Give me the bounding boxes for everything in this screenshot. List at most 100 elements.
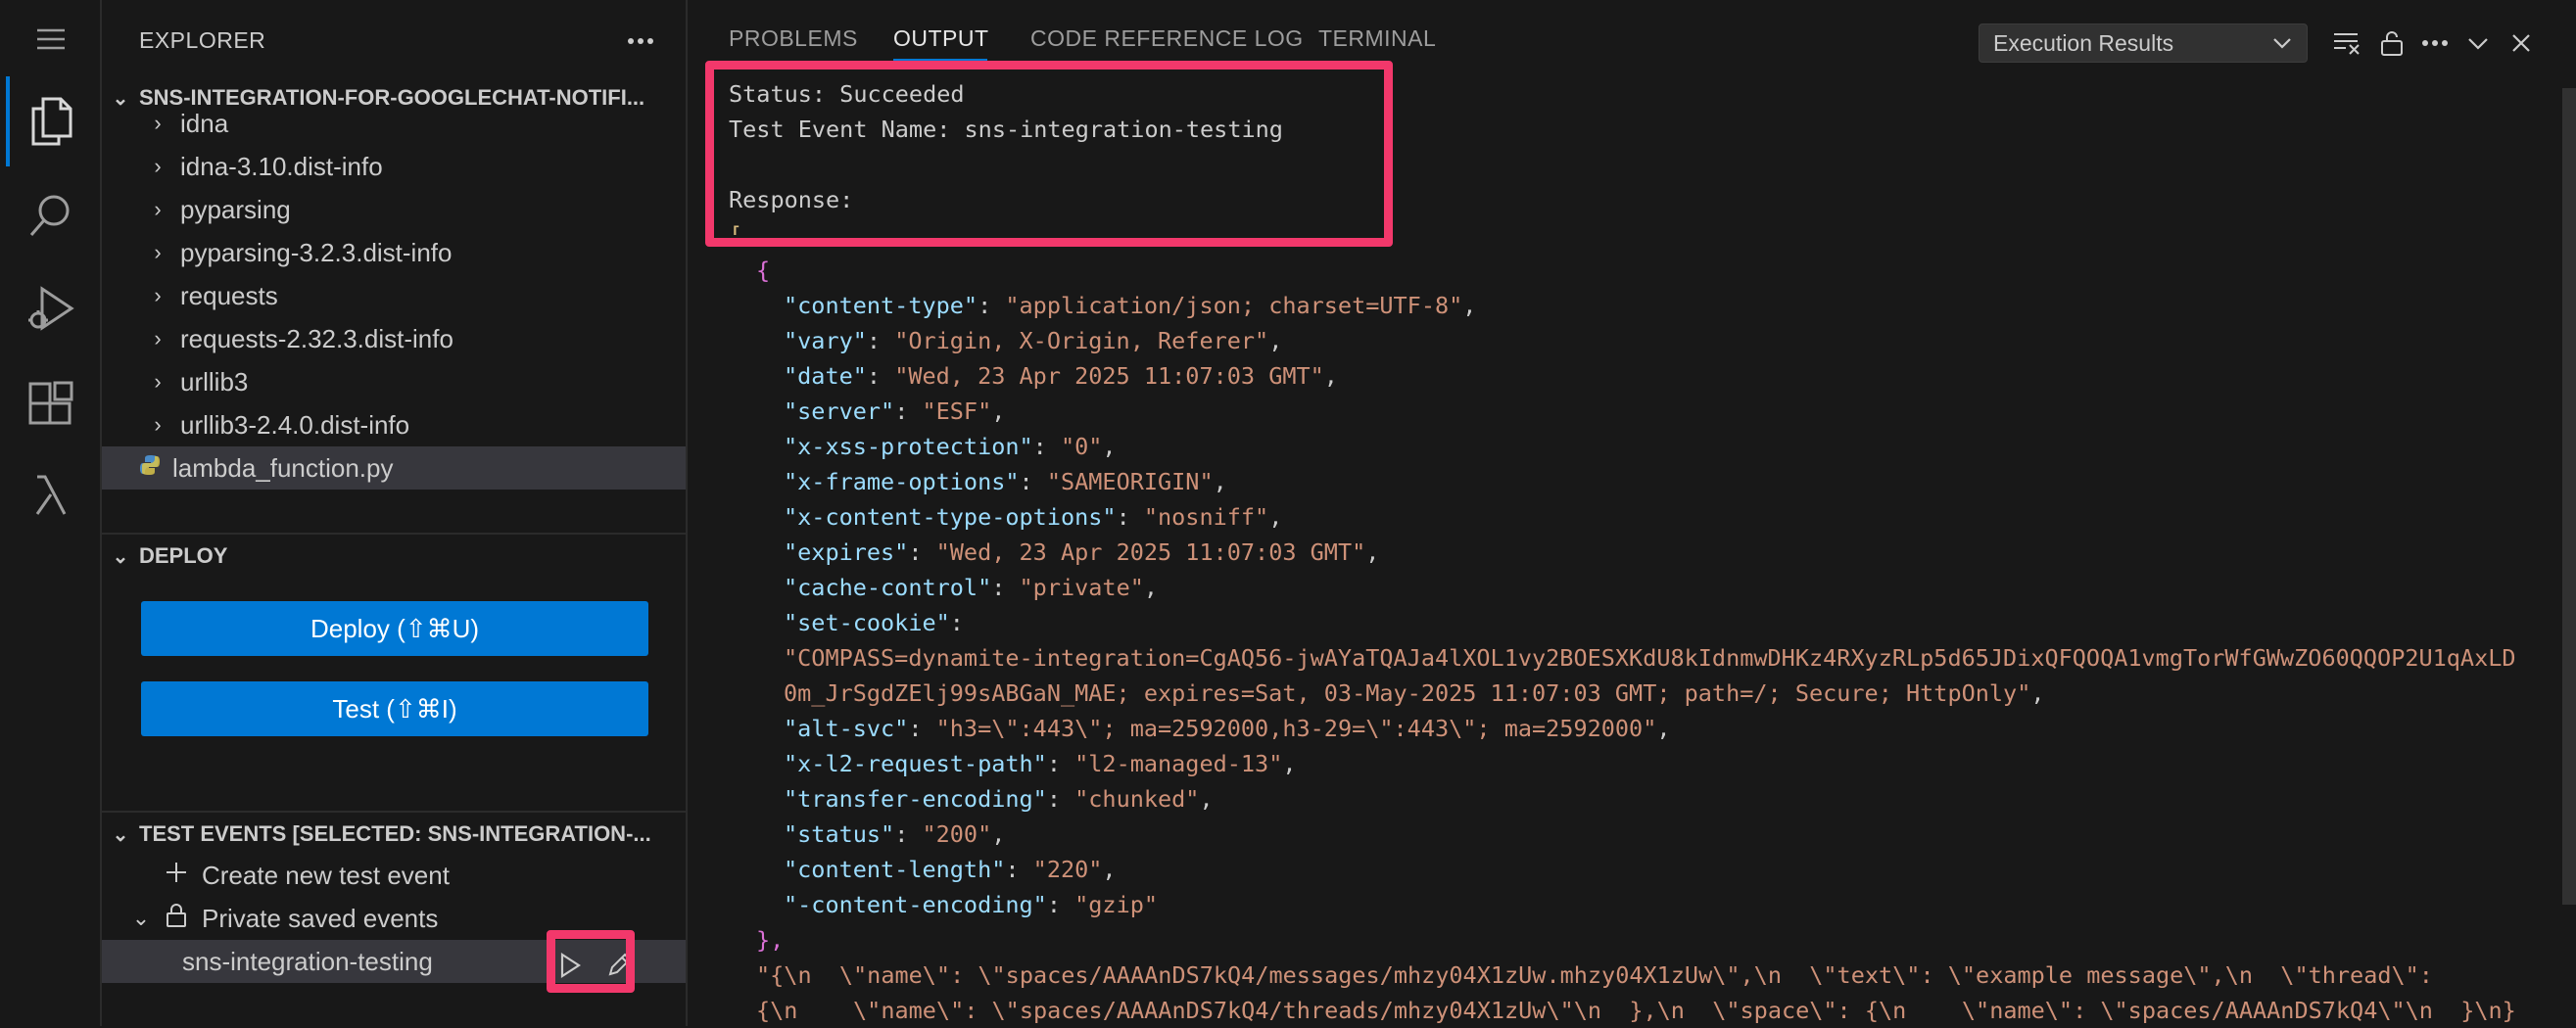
close-icon[interactable] [2500, 22, 2543, 65]
create-test-event-label: Create new test event [202, 860, 450, 890]
test-events-header-label: TEST EVENTS [SELECTED: SNS-INTEGRATION-.… [139, 821, 651, 846]
json-key: "cache-control" [784, 574, 992, 601]
menu-icon[interactable] [24, 12, 78, 67]
deploy-header-label: DEPLOY [139, 543, 228, 568]
tree-item-label: lambda_function.py [172, 452, 394, 483]
more-actions-icon[interactable] [2413, 22, 2457, 65]
json-header-line: "content-type": "application/json; chars… [784, 292, 1477, 319]
extensions-icon[interactable] [24, 376, 78, 431]
json-header-line: "content-length": "220", [784, 856, 1117, 883]
json-header-line: "x-l2-request-path": "l2-managed-13", [784, 750, 1297, 777]
json-value: "200" [922, 820, 992, 848]
json-key: "-content-encoding" [784, 891, 1047, 918]
chevron-down-icon [2271, 30, 2293, 62]
test-events-section-header[interactable]: ⌄ TEST EVENTS [SELECTED: SNS-INTEGRATION… [102, 815, 686, 854]
lock-scroll-icon[interactable] [2370, 22, 2413, 65]
close-brace: }, [756, 926, 785, 954]
output-channel-select[interactable]: Execution Results [1979, 23, 2308, 63]
json-key: "x-content-type-options" [784, 503, 1117, 531]
ellipsis-icon[interactable] [621, 22, 660, 61]
clear-output-icon[interactable] [2325, 22, 2368, 65]
json-key: "expires" [784, 538, 909, 566]
scrollbar[interactable] [2562, 88, 2576, 905]
json-value: "l2-managed-13" [1074, 750, 1283, 777]
tab-output[interactable]: OUTPUT [893, 25, 989, 52]
output-channel-value: Execution Results [1993, 29, 2174, 56]
json-key: "x-frame-options" [784, 468, 1020, 495]
tab-terminal[interactable]: TERMINAL [1318, 25, 1436, 52]
response-body-line: "{\n \"name\": \"spaces/AAAAnDS7kQ4/mess… [756, 961, 2433, 989]
json-value: "Origin, X-Origin, Referer" [894, 327, 1269, 354]
json-value: "nosniff" [1143, 503, 1269, 531]
chevron-right-icon: › [154, 154, 162, 178]
tree-item-label: urllib3 [180, 366, 249, 397]
chevron-right-icon: › [154, 326, 162, 350]
tree-item[interactable]: › pyparsing [102, 188, 686, 231]
tree-item[interactable]: › urllib3 [102, 360, 686, 403]
chevron-down-icon: ⌄ [112, 87, 129, 110]
run-debug-icon[interactable] [24, 282, 78, 337]
chevron-down-icon: ⌄ [131, 906, 151, 930]
json-value: "h3=\":443\"; ma=2592000,h3-29=\":443\";… [935, 715, 1657, 742]
collapse-panel-icon[interactable] [2457, 22, 2500, 65]
json-value: "0" [1060, 433, 1103, 460]
tree-item-label: pyparsing-3.2.3.dist-info [180, 237, 453, 267]
create-test-event-item[interactable]: Create new test event [102, 854, 686, 897]
set-cookie-value-line: "COMPASS=dynamite-integration=CgAQ56-jwA… [784, 644, 2516, 672]
tree-item-label: requests [180, 280, 278, 310]
test-button[interactable]: Test (⇧⌘I) [141, 681, 648, 736]
run-button-highlight [547, 930, 635, 993]
sidebar: EXPLORER ⌄ SNS-INTEGRATION-FOR-GOOGLECHA… [102, 0, 688, 1026]
tree-item-label: urllib3-2.4.0.dist-info [180, 409, 410, 440]
tree-item-selected[interactable]: lambda_function.py [102, 446, 686, 490]
tab-code-reference-log[interactable]: CODE REFERENCE LOG [1030, 25, 1304, 52]
json-header-line: "x-frame-options": "SAMEORIGIN", [784, 468, 1227, 495]
chevron-down-icon: ⌄ [112, 823, 129, 846]
tree-item[interactable]: › urllib3-2.4.0.dist-info [102, 403, 686, 446]
tree-item[interactable]: › idna-3.10.dist-info [102, 145, 686, 188]
json-header-line: "status": "200", [784, 820, 1006, 848]
lock-icon [159, 903, 194, 934]
chevron-right-icon: › [154, 240, 162, 264]
json-value: "SAMEORIGIN" [1046, 468, 1214, 495]
tree-item-label: pyparsing [180, 194, 291, 224]
private-saved-events-label: Private saved events [202, 903, 439, 933]
tab-problems[interactable]: PROBLEMS [729, 25, 858, 52]
json-key: "set-cookie" [784, 609, 950, 636]
json-key: "content-length" [784, 856, 1006, 883]
json-value: "ESF" [922, 397, 992, 425]
json-key: "transfer-encoding" [784, 785, 1047, 813]
tree-item[interactable]: › requests-2.32.3.dist-info [102, 317, 686, 360]
json-header-line: "date": "Wed, 23 Apr 2025 11:07:03 GMT", [784, 362, 1338, 390]
json-header-line: "alt-svc": "h3=\":443\"; ma=2592000,h3-2… [784, 715, 1671, 742]
tree-item-label: idna-3.10.dist-info [180, 151, 383, 181]
activity-bar [0, 0, 102, 1026]
json-key: "x-xss-protection" [784, 433, 1033, 460]
deploy-section-header[interactable]: ⌄ DEPLOY [102, 537, 686, 576]
json-value: "Wed, 23 Apr 2025 11:07:03 GMT" [935, 538, 1366, 566]
lambda-icon[interactable] [24, 468, 78, 523]
tree-item[interactable]: › pyparsing-3.2.3.dist-info [102, 231, 686, 274]
output-panel: PROBLEMS OUTPUT CODE REFERENCE LOG TERMI… [688, 0, 2576, 1026]
project-section-header[interactable]: ⌄ SNS-INTEGRATION-FOR-GOOGLECHAT-NOTIFI.… [102, 78, 686, 117]
plus-icon [159, 862, 194, 889]
explorer-files-icon[interactable] [24, 94, 78, 149]
section-divider [102, 533, 686, 535]
json-key: "date" [784, 362, 867, 390]
set-cookie-value-line: 0m_JrSgdZElj99sABGaN_MAE; expires=Sat, 0… [784, 679, 2045, 707]
tree-item[interactable]: › requests [102, 274, 686, 317]
json-value: "220" [1032, 856, 1103, 883]
chevron-right-icon: › [154, 197, 162, 221]
json-header-line: "transfer-encoding": "chunked", [784, 785, 1214, 813]
open-brace: { [756, 257, 771, 284]
chevron-right-icon: › [154, 283, 162, 307]
search-icon[interactable] [24, 188, 78, 243]
section-divider [102, 811, 686, 813]
chevron-right-icon: › [154, 369, 162, 394]
chevron-down-icon: ⌄ [112, 545, 129, 568]
json-header-line: "vary": "Origin, X-Origin, Referer", [784, 327, 1283, 354]
deploy-button[interactable]: Deploy (⇧⌘U) [141, 601, 648, 656]
explorer-title: EXPLORER [139, 27, 266, 53]
json-header-line: "-content-encoding": "gzip" [784, 891, 1159, 918]
json-value: "chunked" [1074, 785, 1200, 813]
